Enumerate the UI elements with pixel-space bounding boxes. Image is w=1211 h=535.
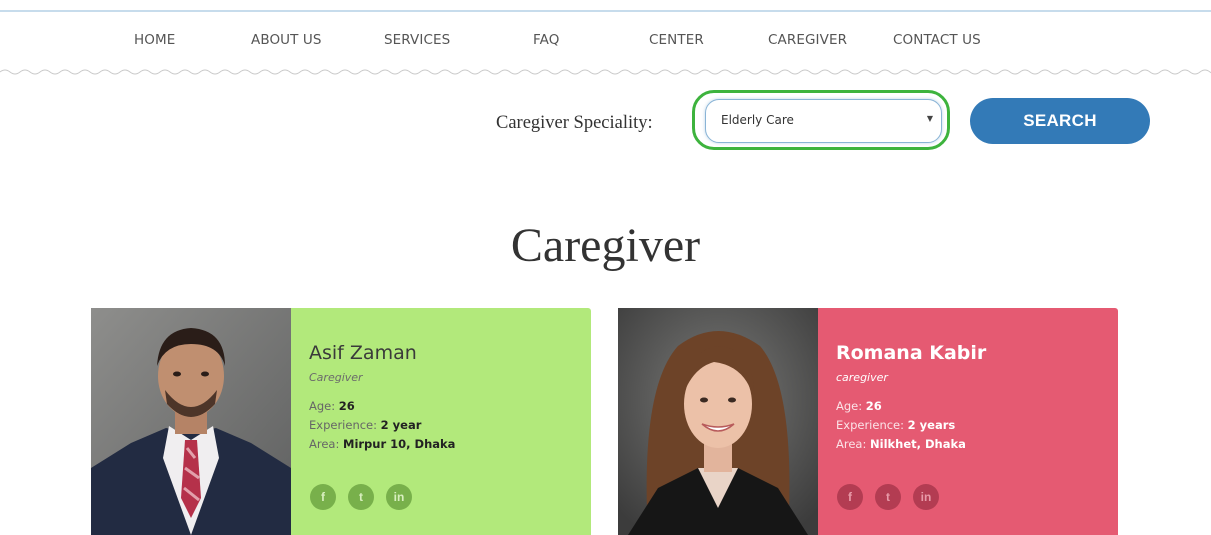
age-label: Age: (836, 399, 863, 413)
caregiver-experience: Experience: 2 years (836, 418, 955, 432)
experience-value: 2 year (380, 418, 422, 432)
area-value: Mirpur 10, Dhaka (343, 437, 456, 451)
area-value: Nilkhet, Dhaka (870, 437, 966, 451)
caregiver-name[interactable]: Asif Zaman (309, 342, 417, 364)
nav-services[interactable]: SERVICES (384, 32, 450, 48)
caregiver-age: Age: 26 (309, 399, 355, 413)
caregiver-name[interactable]: Romana Kabir (836, 342, 986, 364)
speciality-select-value: Elderly Care (721, 113, 794, 127)
speciality-select[interactable]: Elderly Care ▼ (705, 99, 942, 143)
caregiver-photo (91, 308, 291, 535)
linkedin-icon[interactable]: in (913, 484, 939, 510)
chevron-down-icon: ▼ (926, 114, 933, 123)
search-button[interactable]: SEARCH (970, 98, 1150, 144)
nav-center[interactable]: CENTER (649, 32, 704, 48)
area-label: Area: (836, 437, 867, 451)
caregiver-experience: Experience: 2 year (309, 418, 421, 432)
caregiver-age: Age: 26 (836, 399, 882, 413)
facebook-icon[interactable]: f (837, 484, 863, 510)
caregiver-card[interactable]: Asif Zaman Caregiver Age: 26 Experience:… (91, 308, 591, 535)
age-value: 26 (865, 399, 882, 413)
caregiver-info: Romana Kabir caregiver Age: 26 Experienc… (818, 308, 1118, 535)
caregiver-area: Area: Mirpur 10, Dhaka (309, 437, 455, 451)
caregiver-card[interactable]: Romana Kabir caregiver Age: 26 Experienc… (618, 308, 1118, 535)
age-value: 26 (338, 399, 355, 413)
linkedin-icon[interactable]: in (386, 484, 412, 510)
facebook-icon[interactable]: f (310, 484, 336, 510)
caregiver-area: Area: Nilkhet, Dhaka (836, 437, 966, 451)
nav-caregiver[interactable]: CAREGIVER (768, 32, 847, 48)
area-label: Area: (309, 437, 340, 451)
caregiver-photo (618, 308, 818, 535)
nav-contact-us[interactable]: CONTACT US (893, 32, 981, 48)
search-bar: Caregiver Speciality: Elderly Care ▼ SEA… (0, 90, 1211, 152)
twitter-icon[interactable]: t (348, 484, 374, 510)
twitter-icon[interactable]: t (875, 484, 901, 510)
nav-about-us[interactable]: ABOUT US (251, 32, 322, 48)
experience-value: 2 years (907, 418, 956, 432)
caregiver-role: Caregiver (309, 371, 363, 384)
section-title: Caregiver (510, 219, 701, 272)
top-border (0, 10, 1211, 12)
experience-label: Experience: (309, 418, 378, 432)
speciality-label: Caregiver Speciality: (496, 113, 653, 133)
experience-label: Experience: (836, 418, 905, 432)
caregiver-info: Asif Zaman Caregiver Age: 26 Experience:… (291, 308, 591, 535)
age-label: Age: (309, 399, 336, 413)
main-nav: HOME ABOUT US SERVICES FAQ CENTER CAREGI… (0, 32, 1211, 52)
nav-home[interactable]: HOME (134, 32, 175, 48)
caregiver-role: caregiver (836, 371, 888, 384)
wavy-divider (0, 69, 1211, 75)
nav-faq[interactable]: FAQ (533, 32, 559, 48)
